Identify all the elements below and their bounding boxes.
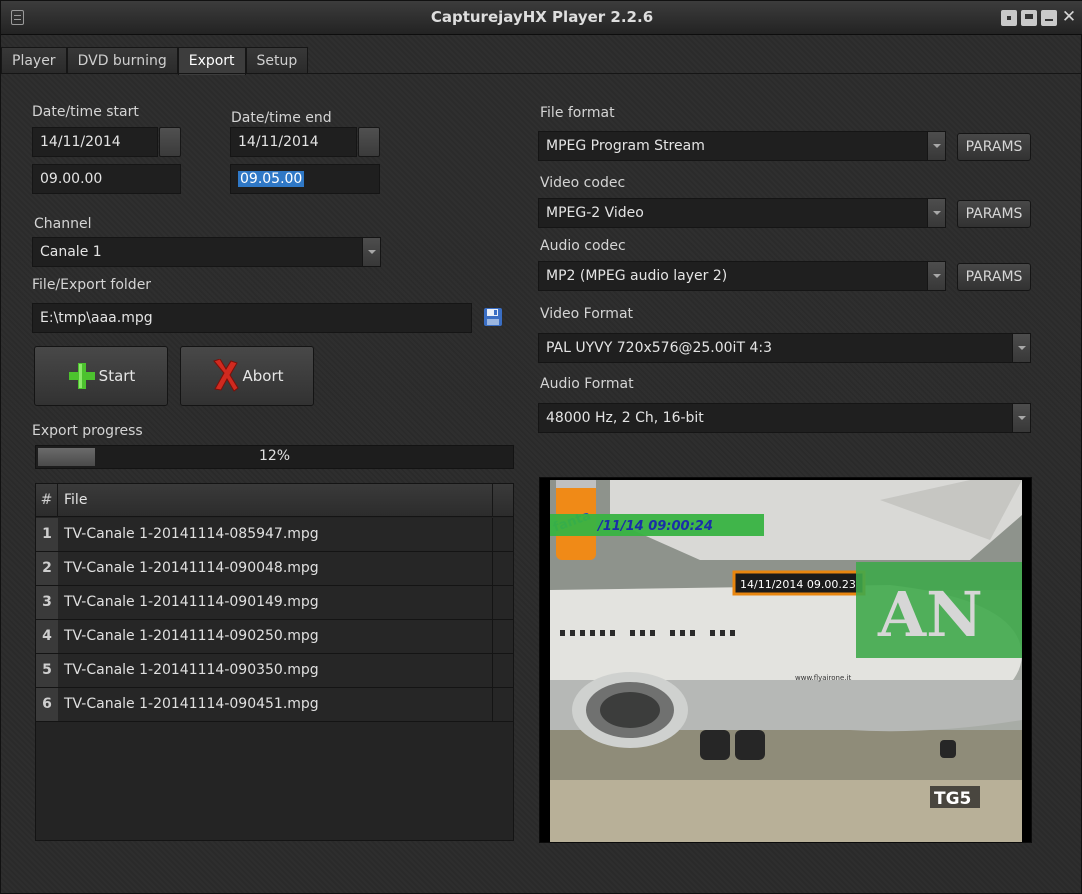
chevron-down-icon[interactable] (927, 199, 945, 227)
row-extra (492, 654, 513, 687)
airline-text: www.flyairone.it (795, 674, 851, 682)
floppy-save-icon[interactable] (483, 307, 503, 327)
table-row[interactable]: 2 TV-Canale 1-20141114-090048.mpg (36, 552, 513, 586)
plus-icon (68, 363, 95, 389)
video-format-label: Video Format (540, 306, 634, 322)
video-format-value: PAL UYVY 720x576@25.00iT 4:3 (546, 340, 772, 356)
video-codec-params-button[interactable]: PARAMS (957, 200, 1031, 228)
row-file: TV-Canale 1-20141114-090048.mpg (64, 560, 319, 576)
start-date-picker-button[interactable] (159, 127, 181, 157)
video-codec-select[interactable]: MPEG-2 Video (538, 198, 946, 228)
start-date-field[interactable]: 14/11/2014 (32, 127, 158, 157)
window-title: CapturejayHX Player 2.2.6 (430, 8, 654, 26)
abort-button-label: Abort (242, 367, 284, 385)
audio-codec-select[interactable]: MP2 (MPEG audio layer 2) (538, 261, 946, 291)
audio-format-label: Audio Format (540, 376, 634, 392)
table-row[interactable]: 6 TV-Canale 1-20141114-090451.mpg (36, 688, 513, 722)
progress-text: 12% (258, 448, 291, 464)
audio-codec-label: Audio codec (540, 238, 626, 254)
red-x-icon (213, 359, 240, 392)
folder-label: File/Export folder (32, 277, 152, 293)
row-file: TV-Canale 1-20141114-085947.mpg (64, 526, 319, 542)
file-format-label: File format (540, 105, 615, 121)
export-progress-bar: 12% (35, 445, 514, 469)
table-row[interactable]: 1 TV-Canale 1-20141114-085947.mpg (36, 518, 513, 552)
row-file: TV-Canale 1-20141114-090250.mpg (64, 628, 319, 644)
overlay-time-2: 14/11/2014 09.00.23 (740, 578, 856, 591)
row-number: 4 (36, 620, 58, 653)
channel-value: Canale 1 (40, 244, 102, 260)
restore-icon[interactable] (1001, 10, 1017, 26)
header-file[interactable]: File (64, 484, 87, 516)
app-window: CapturejayHX Player 2.2.6 ✕ Player DVD b… (0, 0, 1082, 894)
title-bar: CapturejayHX Player 2.2.6 ✕ (1, 1, 1082, 35)
video-codec-value: MPEG-2 Video (546, 205, 644, 221)
audio-format-value: 48000 Hz, 2 Ch, 16-bit (546, 410, 704, 426)
table-row[interactable]: 3 TV-Canale 1-20141114-090149.mpg (36, 586, 513, 620)
row-file: TV-Canale 1-20141114-090451.mpg (64, 696, 319, 712)
maximize-icon[interactable] (1021, 10, 1037, 26)
row-number: 2 (36, 552, 58, 585)
row-file: TV-Canale 1-20141114-090149.mpg (64, 594, 319, 610)
row-extra (492, 518, 513, 551)
start-label: Date/time start (32, 104, 139, 120)
table-row[interactable]: 5 TV-Canale 1-20141114-090350.mpg (36, 654, 513, 688)
start-button-label: Start (98, 367, 136, 385)
file-format-value: MPEG Program Stream (546, 138, 705, 154)
audio-codec-value: MP2 (MPEG audio layer 2) (546, 268, 728, 284)
tab-bar: Player DVD burning Export Setup (1, 47, 309, 75)
channel-select[interactable]: Canale 1 (32, 237, 381, 267)
chevron-down-icon[interactable] (927, 262, 945, 290)
video-preview[interactable]: www.flyairone.it fanta /11/14 09:00:24 1… (539, 477, 1032, 843)
tab-dvd-burning[interactable]: DVD burning (66, 47, 178, 74)
chevron-down-icon[interactable] (1012, 334, 1030, 362)
tab-player[interactable]: Player (1, 47, 67, 74)
end-label: Date/time end (231, 110, 332, 126)
row-extra (492, 688, 513, 721)
an-logo: AN (877, 578, 983, 651)
table-row[interactable]: 4 TV-Canale 1-20141114-090250.mpg (36, 620, 513, 654)
overlay-time-1: /11/14 09:00:24 (596, 519, 713, 534)
row-file: TV-Canale 1-20141114-090350.mpg (64, 662, 319, 678)
tab-divider (1, 73, 1082, 74)
chevron-down-icon[interactable] (1012, 404, 1030, 432)
start-button[interactable]: Start (34, 346, 168, 406)
file-format-params-button[interactable]: PARAMS (957, 133, 1031, 161)
end-time-selected-text: 09.05.00 (238, 171, 305, 187)
row-number: 5 (36, 654, 58, 687)
video-frame: www.flyairone.it fanta /11/14 09:00:24 1… (550, 480, 1022, 842)
audio-codec-params-button[interactable]: PARAMS (957, 263, 1031, 291)
file-table: # File 1 TV-Canale 1-20141114-085947.mpg… (35, 483, 514, 841)
end-date-picker-button[interactable] (358, 127, 380, 157)
chevron-down-icon[interactable] (362, 238, 380, 266)
row-extra (492, 586, 513, 619)
video-codec-label: Video codec (540, 175, 626, 191)
file-format-select[interactable]: MPEG Program Stream (538, 131, 946, 161)
row-number: 3 (36, 586, 58, 619)
row-extra (492, 552, 513, 585)
minimize-icon[interactable] (1041, 10, 1057, 26)
table-header: # File (36, 484, 513, 517)
progress-label: Export progress (32, 423, 143, 439)
tab-export[interactable]: Export (177, 47, 246, 75)
abort-button[interactable]: Abort (180, 346, 314, 406)
video-format-select[interactable]: PAL UYVY 720x576@25.00iT 4:3 (538, 333, 1031, 363)
end-time-field[interactable]: 09.05.00 (230, 164, 380, 194)
close-icon[interactable]: ✕ (1061, 9, 1077, 26)
row-number: 1 (36, 518, 58, 551)
header-num: # (36, 484, 58, 517)
tg5-logo: TG5 (934, 789, 971, 809)
row-number: 6 (36, 688, 58, 721)
audio-format-select[interactable]: 48000 Hz, 2 Ch, 16-bit (538, 403, 1031, 433)
end-date-field[interactable]: 14/11/2014 (230, 127, 357, 157)
channel-label: Channel (34, 216, 92, 232)
chevron-down-icon[interactable] (927, 132, 945, 160)
export-folder-input[interactable]: E:\tmp\aaa.mpg (32, 303, 472, 333)
row-extra (492, 620, 513, 653)
header-extra-column (492, 484, 513, 517)
start-time-field[interactable]: 09.00.00 (32, 164, 181, 194)
tab-setup[interactable]: Setup (245, 47, 309, 74)
